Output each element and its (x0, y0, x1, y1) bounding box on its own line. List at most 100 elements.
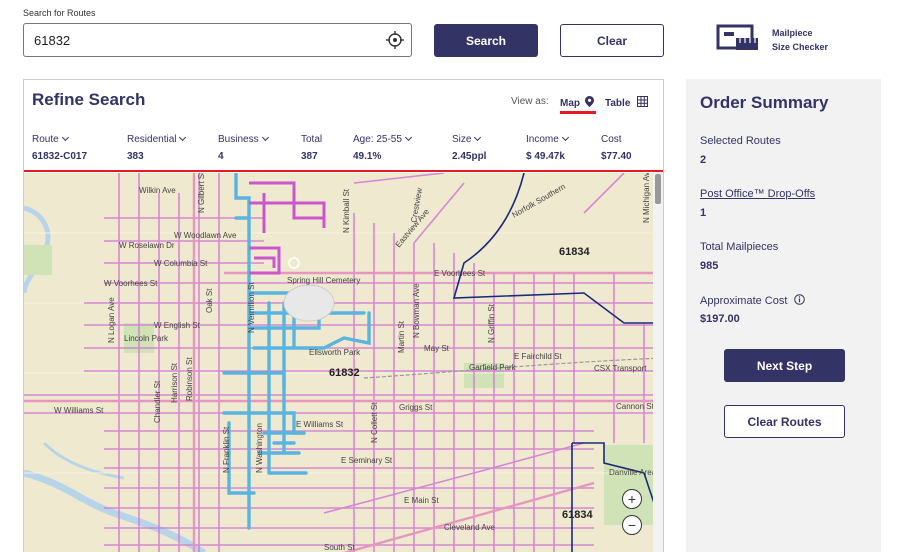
road-label: N Collett St (370, 402, 379, 443)
refine-search-panel: Refine Search View as: Map Table Route 6… (23, 79, 664, 552)
view-as-label: View as: (511, 96, 549, 107)
column-business-value: 4 (218, 151, 224, 162)
road-label: E Seminary St (341, 456, 393, 465)
search-label: Search for Routes (23, 8, 96, 18)
column-age-value: 49.1% (353, 151, 382, 162)
order-summary-panel: Order Summary Selected Routes 2 Post Off… (686, 79, 881, 552)
column-total: Total 387 (301, 134, 322, 162)
po-dropoffs-value: 1 (700, 207, 707, 219)
road-label: CSX Transport (594, 364, 647, 373)
column-residential-value: 383 (127, 151, 144, 162)
mailpiece-size-checker[interactable]: Mailpiece Size Checker (716, 22, 828, 58)
map-pin-icon (584, 96, 594, 107)
column-cost-label: Cost (601, 134, 622, 145)
zip-label: 61832 (329, 367, 360, 379)
column-age-label: Age: 25-55 (353, 134, 402, 145)
zip-label: 61834 (559, 246, 590, 258)
column-business-label: Business (218, 134, 259, 145)
total-mailpieces-label: Total Mailpieces (700, 241, 779, 253)
column-route[interactable]: Route 61832-C017 (32, 133, 88, 162)
road-label: E Williams St (296, 420, 344, 429)
chevron-down-icon (61, 133, 69, 142)
view-map-toggle[interactable]: Map (560, 96, 594, 109)
view-table-label: Table (605, 98, 631, 109)
locate-icon[interactable] (385, 30, 405, 50)
road-label: Martin St (397, 320, 406, 353)
refine-title: Refine Search (32, 90, 146, 109)
column-route-label: Route (32, 134, 59, 145)
route-map[interactable]: Wilkin Ave W Roselawn Dr W Woodlawn Ave … (24, 173, 663, 552)
chevron-down-icon (474, 133, 482, 142)
checker-line1: Mailpiece (772, 28, 813, 38)
clear-routes-button[interactable]: Clear Routes (724, 405, 845, 438)
map-canvas[interactable]: Wilkin Ave W Roselawn Dr W Woodlawn Ave … (24, 173, 663, 552)
road-label: Cleveland Ave (444, 523, 496, 532)
column-size-label: Size (452, 134, 472, 145)
road-label: Lincoln Park (124, 334, 169, 343)
approx-cost-label: Approximate Cost (700, 295, 788, 307)
chevron-down-icon (179, 133, 187, 142)
column-cost: Cost $77.40 (601, 134, 632, 162)
road-label: Cannon St (616, 402, 655, 411)
road-label: W Roselawn Dr (119, 241, 175, 250)
road-label: Robinson St (185, 357, 194, 401)
chevron-down-icon (561, 133, 569, 142)
column-income[interactable]: Income $ 49.47k (526, 133, 569, 162)
approx-cost-value: $197.00 (700, 313, 740, 325)
road-label: W Woodlawn Ave (174, 231, 237, 240)
column-residential-label: Residential (127, 134, 177, 145)
road-label: N Michigan Ave (642, 173, 651, 223)
road-label: E Main St (404, 496, 439, 505)
zoom-out-button[interactable]: − (622, 515, 642, 535)
road-label: W Williams St (54, 406, 104, 415)
road-label: W English St (154, 321, 201, 330)
table-icon (637, 96, 649, 107)
order-summary-title: Order Summary (700, 93, 829, 112)
column-income-value: $ 49.47k (526, 151, 565, 162)
road-label: N Griffin St (487, 303, 496, 343)
road-label: N Vermilion St (247, 282, 256, 333)
view-map-label: Map (560, 98, 580, 109)
road-label: N Gilbert St (197, 173, 206, 213)
column-size[interactable]: Size 2.45ppl (452, 133, 487, 162)
road-label: E Fairchild St (514, 352, 562, 361)
checker-line2: Size Checker (772, 42, 829, 52)
road-label: Oak St (205, 288, 214, 313)
road-label: South St (324, 543, 355, 552)
column-cost-value: $77.40 (601, 151, 632, 162)
chevron-down-icon (261, 133, 269, 142)
chevron-down-icon (404, 133, 412, 142)
road-label: Wilkin Ave (139, 186, 176, 195)
search-input[interactable] (34, 32, 364, 48)
road-label: Ellsworth Park (309, 348, 361, 357)
zoom-in-button[interactable]: + (622, 489, 642, 509)
po-dropoffs-link[interactable]: Post Office™ Drop-Offs (700, 188, 815, 200)
search-button[interactable]: Search (434, 24, 538, 57)
road-label: N Bowman Ave (412, 283, 421, 338)
column-route-value: 61832-C017 (32, 151, 88, 162)
selected-routes-value: 2 (700, 154, 707, 166)
mailpiece-ruler-icon (716, 24, 758, 50)
view-table-toggle[interactable]: Table (605, 96, 649, 109)
column-size-value: 2.45ppl (452, 151, 487, 162)
column-business[interactable]: Business 4 (218, 133, 269, 162)
column-income-label: Income (526, 134, 559, 145)
road-label: Spring Hill Cemetery (287, 276, 360, 285)
road-label: May St (424, 344, 450, 353)
search-input-container[interactable] (23, 23, 412, 57)
zip-label: 61834 (562, 509, 593, 521)
info-icon[interactable] (793, 294, 805, 305)
road-label: N Logan Ave (107, 297, 116, 343)
next-step-button[interactable]: Next Step (724, 349, 845, 382)
column-age[interactable]: Age: 25-55 49.1% (353, 133, 412, 162)
road-label: N Washington (255, 423, 264, 473)
scrollbar-thumb[interactable] (655, 174, 661, 204)
column-residential[interactable]: Residential 383 (127, 133, 187, 162)
column-total-value: 387 (301, 151, 318, 162)
road-label: N Franklin St (222, 426, 231, 473)
road-label: W Columbia St (154, 259, 208, 268)
map-scrollbar[interactable] (653, 172, 663, 552)
total-mailpieces-value: 985 (700, 260, 719, 272)
clear-button[interactable]: Clear (560, 24, 664, 57)
road-label: W Voorhees St (104, 279, 158, 288)
